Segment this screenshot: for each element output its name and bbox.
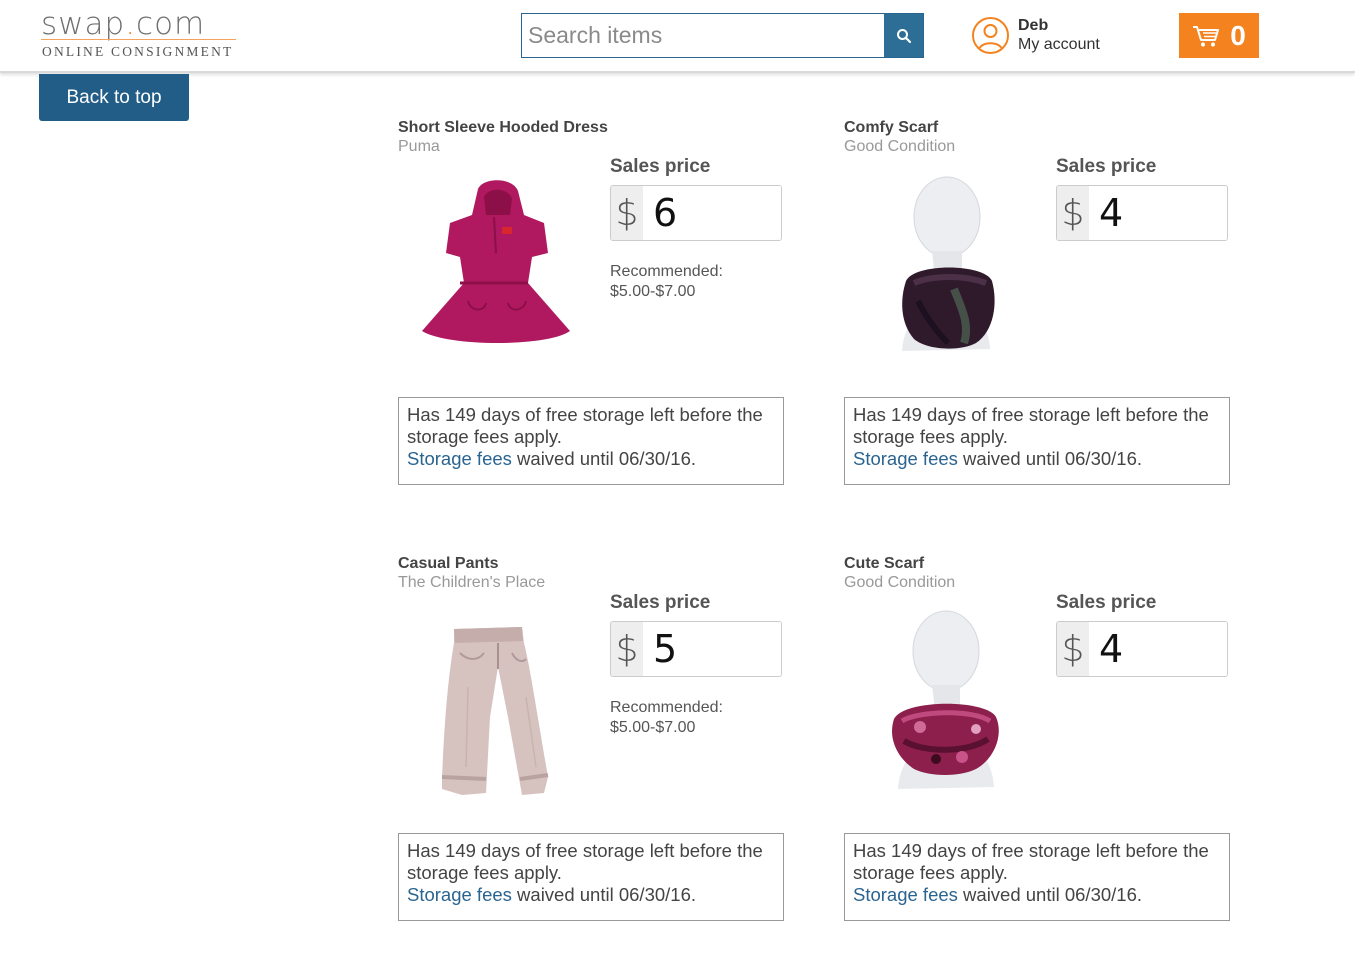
search-button[interactable] xyxy=(884,14,923,57)
scarf-image xyxy=(892,610,999,789)
sales-price-label: Sales price xyxy=(1056,592,1157,613)
storage-fees-link[interactable]: Storage fees xyxy=(407,448,512,469)
sales-price-input[interactable] xyxy=(1089,186,1227,240)
storage-notice: Has 149 days of free storage left before… xyxy=(398,833,784,921)
storage-fees-link[interactable]: Storage fees xyxy=(407,884,512,905)
storage-notice: Has 149 days of free storage left before… xyxy=(844,397,1230,485)
item-image[interactable] xyxy=(398,607,598,807)
sales-price-label: Sales price xyxy=(610,156,711,177)
storage-waiver-text: waived until 06/30/16. xyxy=(511,448,697,469)
recommended-range: $5.00-$7.00 xyxy=(610,719,696,736)
account-menu[interactable]: Deb My account xyxy=(972,16,1100,54)
storage-text: Has 149 days of free storage left before… xyxy=(853,840,1209,883)
logo-subtitle: ONLINE CONSIGNMENT xyxy=(42,44,234,59)
item-title[interactable]: Comfy Scarf xyxy=(844,119,938,137)
recommended-label: Recommended: xyxy=(610,699,723,716)
item-title[interactable]: Short Sleeve Hooded Dress xyxy=(398,119,608,137)
user-icon xyxy=(972,16,1009,54)
pants-image xyxy=(441,627,549,795)
storage-notice: Has 149 days of free storage left before… xyxy=(398,397,784,485)
item-title[interactable]: Casual Pants xyxy=(398,555,498,573)
sales-price-input[interactable] xyxy=(643,186,781,240)
scarf-image xyxy=(902,176,995,351)
storage-fees-link[interactable]: Storage fees xyxy=(853,884,958,905)
price-field: $ xyxy=(1056,185,1228,241)
storage-fees-link[interactable]: Storage fees xyxy=(853,448,958,469)
back-to-top-button[interactable]: Back to top xyxy=(39,74,189,121)
cart-icon xyxy=(1193,25,1220,46)
storage-waiver-text: waived until 06/30/16. xyxy=(957,884,1143,905)
item-card: Casual Pants The Children's Place Sales … xyxy=(398,555,784,945)
cart-count: 0 xyxy=(1230,19,1246,51)
sales-price-label: Sales price xyxy=(610,592,711,613)
currency-symbol: $ xyxy=(1057,186,1089,240)
site-header: swap.com ONLINE CONSIGNMENT Deb My accou… xyxy=(0,0,1355,73)
price-field: $ xyxy=(1056,621,1228,677)
price-field: $ xyxy=(610,621,782,677)
search-bar xyxy=(521,13,924,58)
recommended-range: $5.00-$7.00 xyxy=(610,283,696,300)
storage-text: Has 149 days of free storage left before… xyxy=(407,840,763,883)
item-image[interactable] xyxy=(844,171,1044,371)
logo-wordmark: swap.com xyxy=(41,6,206,42)
storage-waiver-text: waived until 06/30/16. xyxy=(957,448,1143,469)
currency-symbol: $ xyxy=(611,622,643,676)
sales-price-input[interactable] xyxy=(1089,622,1227,676)
my-account-link[interactable]: My account xyxy=(1018,35,1100,54)
item-image[interactable] xyxy=(398,171,598,371)
item-title[interactable]: Cute Scarf xyxy=(844,555,924,573)
item-card: Cute Scarf Good Condition Sales price $ … xyxy=(844,555,1230,945)
search-input[interactable] xyxy=(522,14,885,57)
swap-logo[interactable]: swap.com ONLINE CONSIGNMENT xyxy=(41,8,241,64)
item-brand: Puma xyxy=(398,138,440,155)
storage-text: Has 149 days of free storage left before… xyxy=(407,404,763,447)
recommended-label: Recommended: xyxy=(610,263,723,280)
price-field: $ xyxy=(610,185,782,241)
sales-price-input[interactable] xyxy=(643,622,781,676)
item-image[interactable] xyxy=(844,607,1044,807)
currency-symbol: $ xyxy=(611,186,643,240)
item-card: Short Sleeve Hooded Dress Puma Sales pri… xyxy=(398,119,784,509)
item-condition: Good Condition xyxy=(844,574,956,591)
cart-button[interactable]: 0 xyxy=(1179,13,1259,58)
logo-underline xyxy=(41,39,236,40)
storage-waiver-text: waived until 06/30/16. xyxy=(511,884,697,905)
item-card: Comfy Scarf Good Condition Sales price $… xyxy=(844,119,1230,509)
account-name: Deb xyxy=(1018,17,1049,34)
item-condition: Good Condition xyxy=(844,138,956,155)
currency-symbol: $ xyxy=(1057,622,1089,676)
storage-text: Has 149 days of free storage left before… xyxy=(853,404,1209,447)
item-brand: The Children's Place xyxy=(398,574,546,591)
search-icon xyxy=(896,28,911,43)
dress-image xyxy=(422,180,570,343)
sales-price-label: Sales price xyxy=(1056,156,1157,177)
storage-notice: Has 149 days of free storage left before… xyxy=(844,833,1230,921)
